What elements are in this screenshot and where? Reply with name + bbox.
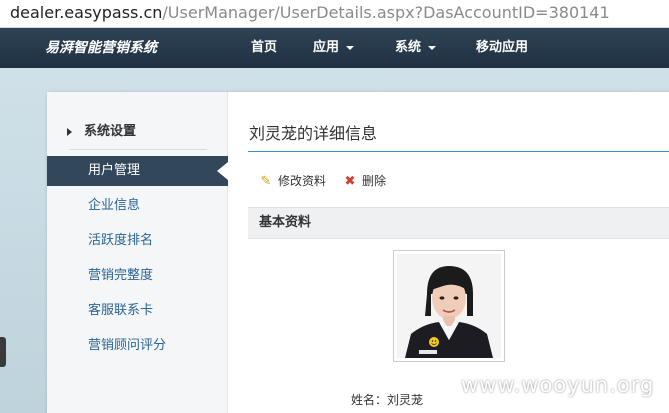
sidebar-item-activity-ranking[interactable]: 活跃度排名 (88, 232, 153, 250)
profile-name-row: 姓名：刘灵茏 (351, 391, 423, 409)
delete-x-icon: ✖ (344, 174, 356, 189)
pencil-icon: ✎ (260, 174, 272, 189)
active-pointer (217, 162, 228, 180)
url-path: /UserManager/UserDetails.aspx?DasAccount… (162, 3, 610, 22)
sidebar-item-consultant-rating[interactable]: 营销顾问评分 (88, 337, 166, 355)
title-divider (248, 151, 669, 152)
sidebar-section-title[interactable]: 系统设置 (67, 120, 136, 139)
nav-system[interactable]: 系统 (395, 28, 437, 68)
delete-button[interactable]: ✖ 删除 (342, 172, 386, 191)
sidebar-divider (69, 149, 207, 150)
chevron-down-icon (346, 45, 355, 50)
sidebar-item-marketing-completeness[interactable]: 营销完整度 (88, 267, 153, 285)
nav-mobile-apps[interactable]: 移动应用 (476, 28, 528, 68)
sidebar-item-user-management[interactable]: 用户管理 (88, 162, 140, 180)
edit-profile-button[interactable]: ✎ 修改资料 (258, 172, 326, 191)
sidebar: 系统设置 (47, 92, 228, 413)
address-bar[interactable]: dealer.easypass.cn/UserManager/UserDetai… (0, 0, 669, 28)
chevron-down-icon (428, 45, 437, 50)
name-value: 刘灵茏 (387, 393, 424, 407)
side-panel-handle[interactable] (0, 337, 6, 367)
chevron-right-icon (67, 127, 72, 136)
brand-logo[interactable]: 易湃智能营销系统 (45, 28, 157, 68)
name-label: 姓名： (351, 393, 388, 407)
portrait-image (397, 254, 501, 358)
nav-apps[interactable]: 应用 (313, 28, 355, 68)
basic-info-section-header: 基本资料 (248, 207, 669, 239)
nav-home[interactable]: 首页 (251, 28, 277, 68)
watermark-text: www.wooyun.org (461, 373, 655, 397)
url-domain: dealer.easypass.cn (10, 3, 163, 22)
sidebar-item-company-info[interactable]: 企业信息 (88, 197, 140, 215)
sidebar-item-service-card[interactable]: 客服联系卡 (88, 302, 153, 320)
page-title: 刘灵茏的详细信息 (249, 124, 378, 143)
avatar (397, 254, 501, 358)
top-navigation: 易湃智能营销系统 首页 应用 系统 移动应用 (0, 28, 669, 68)
profile-photo (393, 250, 505, 362)
